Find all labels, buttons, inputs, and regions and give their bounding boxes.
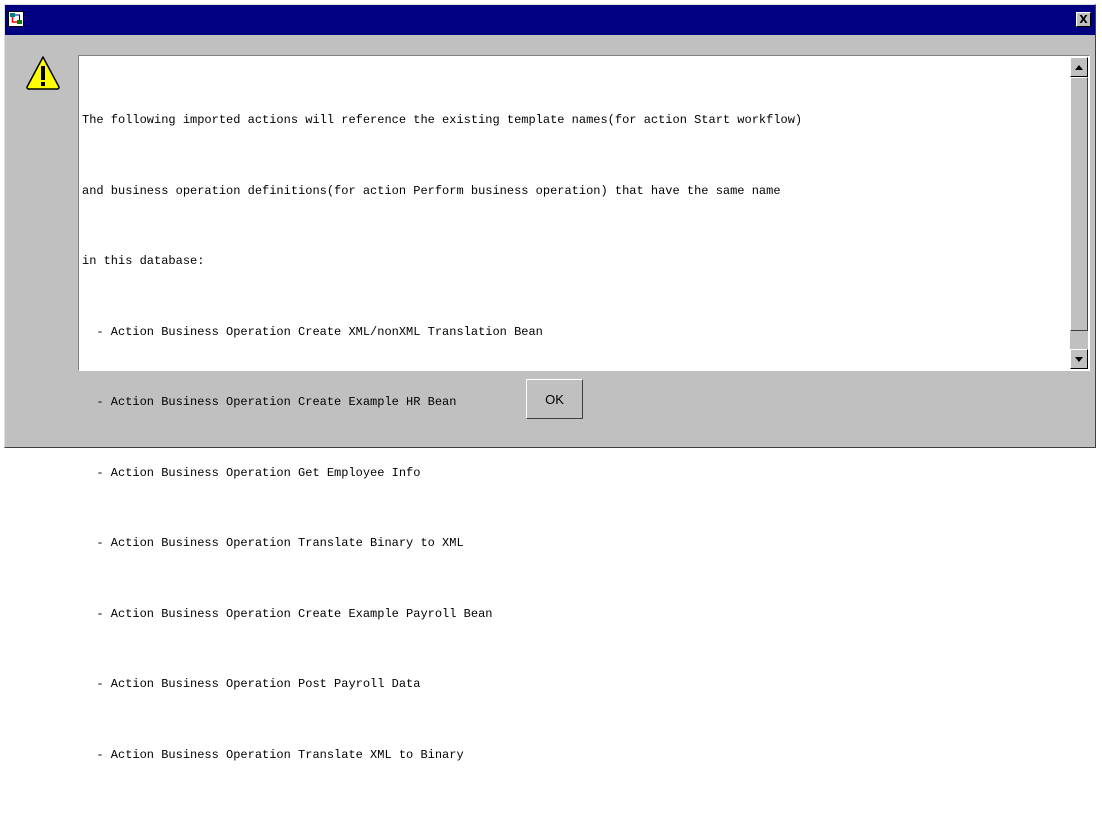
warning-dialog: X The following imported actions will re… — [4, 4, 1096, 762]
message-line: in this database: — [82, 254, 205, 268]
ok-button[interactable]: OK — [526, 379, 583, 419]
message-line: and business operation definitions(for a… — [82, 183, 781, 198]
vertical-scrollbar[interactable] — [1070, 57, 1088, 369]
warning-icon — [25, 55, 61, 91]
message-line: - Action Business Operation Translate XM… — [82, 747, 464, 762]
message-line: - Action Business Operation Post Payroll… — [82, 677, 421, 691]
title-bar[interactable]: X — [5, 5, 1095, 35]
message-line: - Action Business Operation Translate Bi… — [82, 536, 464, 550]
arrow-up-icon — [1075, 64, 1083, 70]
message-line: - Action Business Operation Create Examp… — [82, 606, 493, 621]
message-line: The following imported actions will refe… — [82, 113, 803, 127]
scroll-down-button[interactable] — [1070, 349, 1088, 369]
close-icon[interactable]: X — [1076, 12, 1091, 27]
app-icon[interactable] — [8, 11, 24, 27]
message-line: - Action Business Operation Get Employee… — [82, 465, 421, 480]
message-text: The following imported actions will refe… — [82, 62, 1067, 814]
arrow-down-icon — [1075, 356, 1083, 362]
message-line: - Action Business Operation Create XML/n… — [82, 324, 543, 339]
scrollbar-thumb[interactable] — [1070, 77, 1088, 331]
message-text-area[interactable]: The following imported actions will refe… — [78, 55, 1090, 762]
scroll-up-button[interactable] — [1070, 57, 1088, 77]
